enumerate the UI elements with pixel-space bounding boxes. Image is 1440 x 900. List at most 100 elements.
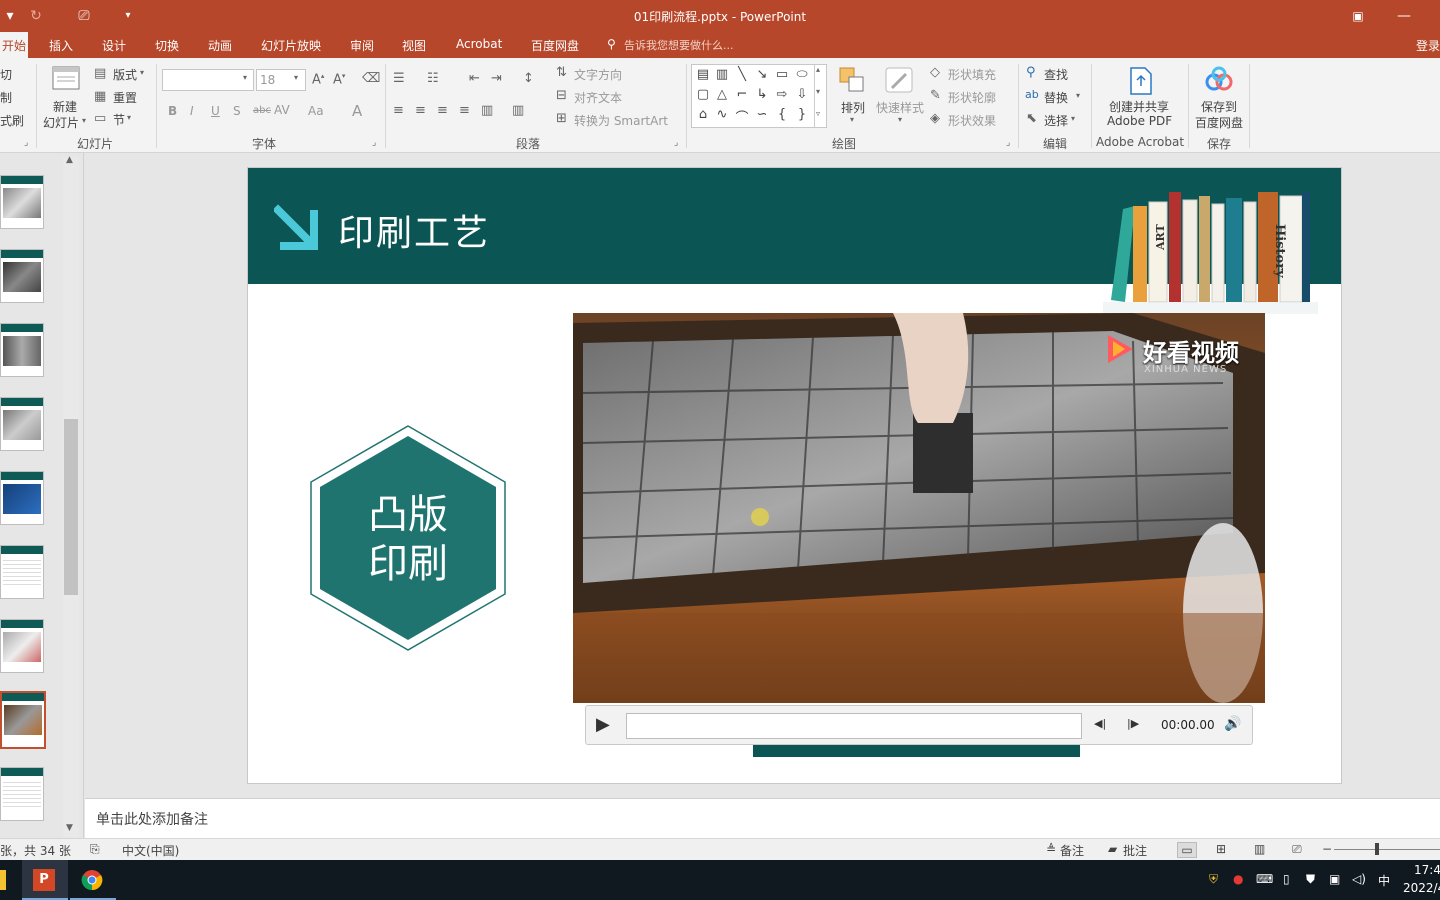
zoom-out-icon[interactable]: −: [1322, 842, 1332, 856]
align-right-icon[interactable]: ≡: [437, 103, 448, 118]
usb-icon[interactable]: ▯: [1283, 872, 1290, 886]
reset-button[interactable]: 重置: [113, 89, 137, 106]
shape-outline-button[interactable]: 形状轮廓: [948, 89, 996, 106]
numbering-icon[interactable]: ☷: [427, 71, 439, 86]
align-text-button[interactable]: 对齐文本: [574, 89, 622, 106]
quick-styles-icon[interactable]: [884, 66, 916, 96]
format-painter-button[interactable]: 式刷: [0, 112, 24, 129]
char-spacing-button[interactable]: AV: [274, 103, 290, 117]
normal-view-icon[interactable]: ▭: [1177, 842, 1197, 858]
elbow-connector-shape-icon[interactable]: ⌐: [733, 87, 751, 102]
clock-date[interactable]: 2022/4: [1403, 881, 1440, 895]
notes-pane[interactable]: 单击此处添加备注: [85, 798, 1440, 838]
play-icon[interactable]: ▶: [596, 714, 610, 735]
slideshow-view-icon[interactable]: ⎚: [1292, 842, 1302, 857]
ime-tool-icon[interactable]: ⌨: [1256, 872, 1273, 886]
rectangle-shape-icon[interactable]: ▭: [773, 67, 791, 82]
layout-button[interactable]: 版式: [113, 66, 137, 83]
skip-back-icon[interactable]: ◀|: [1094, 717, 1106, 730]
video-player-frame[interactable]: 好看视频 XINHUA NEWS: [573, 313, 1265, 703]
scroll-down-icon[interactable]: ▼: [66, 823, 73, 833]
shape-effects-button[interactable]: 形状效果: [948, 112, 996, 129]
save-to-netdisk-label-1[interactable]: 保存到: [1201, 98, 1237, 115]
line-spacing-icon[interactable]: ↕: [523, 71, 534, 86]
decrease-indent-icon[interactable]: ⇤: [469, 71, 480, 86]
font-name-combo[interactable]: ▾: [162, 69, 254, 91]
section-button[interactable]: 节: [113, 111, 125, 128]
language-indicator[interactable]: 中文(中国): [122, 842, 179, 859]
arrange-icon[interactable]: [838, 66, 868, 96]
thumbnails-scrollbar[interactable]: ▲ ▼: [63, 155, 79, 837]
taskbar-app-explorer[interactable]: [0, 870, 6, 890]
quick-styles-button[interactable]: 快速样式: [876, 99, 924, 116]
slide-thumbnail[interactable]: [0, 471, 44, 525]
slide-sorter-icon[interactable]: ⊞: [1216, 842, 1226, 856]
underline-button[interactable]: U: [211, 104, 220, 118]
left-brace-shape-icon[interactable]: {: [773, 107, 791, 122]
new-slide-label-1[interactable]: 新建: [53, 98, 77, 115]
create-pdf-label-1[interactable]: 创建并共享: [1109, 98, 1169, 115]
right-arrow-shape-icon[interactable]: ⇨: [773, 87, 791, 102]
line-shape-icon[interactable]: ╲: [733, 67, 751, 82]
tab-baidu-netdisk[interactable]: 百度网盘: [531, 37, 579, 54]
select-button[interactable]: 选择: [1044, 112, 1068, 129]
columns-icon[interactable]: ▥: [512, 103, 524, 118]
layout-dropdown-icon[interactable]: ▾: [140, 68, 144, 77]
slide-thumbnail[interactable]: [0, 323, 44, 377]
clipboard-launcher-icon[interactable]: ⌟: [24, 138, 28, 148]
tab-view[interactable]: 视图: [402, 37, 426, 54]
curve-shape-icon[interactable]: ∽: [753, 107, 771, 122]
italic-button[interactable]: I: [190, 104, 194, 118]
triangle-shape-icon[interactable]: △: [713, 87, 731, 102]
more-icon[interactable]: ▿: [816, 109, 820, 118]
increase-indent-icon[interactable]: ⇥: [491, 71, 502, 86]
slide-thumbnail[interactable]: [0, 175, 44, 229]
record-icon[interactable]: ●: [1233, 872, 1243, 886]
arrange-dropdown-icon[interactable]: ▾: [850, 115, 854, 124]
minimize-icon[interactable]: —: [1394, 6, 1414, 26]
new-slide-dropdown-icon[interactable]: ▾: [82, 116, 86, 125]
scrollbar-thumb[interactable]: [64, 419, 78, 595]
tab-animations[interactable]: 动画: [208, 37, 232, 54]
quick-styles-dropdown-icon[interactable]: ▾: [898, 115, 902, 124]
font-color-button[interactable]: A: [352, 102, 362, 120]
reading-view-icon[interactable]: ▥: [1254, 842, 1265, 856]
spellcheck-icon[interactable]: ⎘: [90, 842, 100, 857]
font-launcher-icon[interactable]: ⌟: [372, 138, 376, 148]
tab-transitions[interactable]: 切换: [155, 37, 179, 54]
security-icon[interactable]: ⛊: [1306, 872, 1315, 887]
new-slide-icon[interactable]: [50, 64, 82, 94]
clear-formatting-icon[interactable]: ⌫: [362, 71, 380, 86]
change-case-button[interactable]: Aa: [308, 104, 324, 118]
tab-review[interactable]: 审阅: [350, 37, 374, 54]
chevron-down-icon[interactable]: ▾: [816, 87, 820, 96]
bold-button[interactable]: B: [168, 104, 177, 118]
shape-fill-button[interactable]: 形状填充: [948, 66, 996, 83]
cut-button[interactable]: 切: [0, 66, 12, 83]
sign-in-link[interactable]: 登录: [1416, 37, 1440, 54]
align-center-icon[interactable]: ≡: [415, 103, 426, 118]
decrease-font-icon[interactable]: A▾: [333, 72, 345, 87]
replace-button[interactable]: 替换: [1044, 89, 1068, 106]
tab-insert[interactable]: 插入: [49, 37, 73, 54]
tab-slideshow[interactable]: 幻灯片放映: [261, 37, 321, 54]
down-arrow-shape-icon[interactable]: ⇩: [793, 87, 811, 102]
ime-indicator[interactable]: 中: [1378, 872, 1390, 889]
increase-font-icon[interactable]: A▴: [312, 72, 324, 87]
slide-canvas[interactable]: 印刷工艺 ART History 凸版 印刷 好看视频 XINHUA NEWS …: [248, 168, 1341, 783]
taskbar-app-powerpoint[interactable]: P: [22, 860, 68, 900]
text-direction-button[interactable]: 文字方向: [574, 66, 622, 83]
slide-thumbnail[interactable]: [0, 397, 44, 451]
freeform-shape-icon[interactable]: ⌂: [694, 107, 712, 122]
convert-smartart-button[interactable]: 转换为 SmartArt: [574, 112, 668, 129]
scroll-up-icon[interactable]: ▲: [66, 155, 73, 165]
gallery-scroll[interactable]: ▴ ▾ ▿: [814, 65, 826, 127]
arrow-line-shape-icon[interactable]: ↘: [753, 67, 771, 82]
tab-acrobat[interactable]: Acrobat: [456, 37, 502, 51]
section-dropdown-icon[interactable]: ▾: [127, 113, 131, 122]
create-pdf-label-2[interactable]: Adobe PDF: [1107, 114, 1172, 128]
baidu-netdisk-icon[interactable]: [1204, 66, 1234, 94]
distributed-icon[interactable]: ▥: [481, 103, 493, 118]
bullets-icon[interactable]: ☰: [393, 71, 405, 86]
zoom-slider-thumb[interactable]: [1375, 843, 1379, 855]
